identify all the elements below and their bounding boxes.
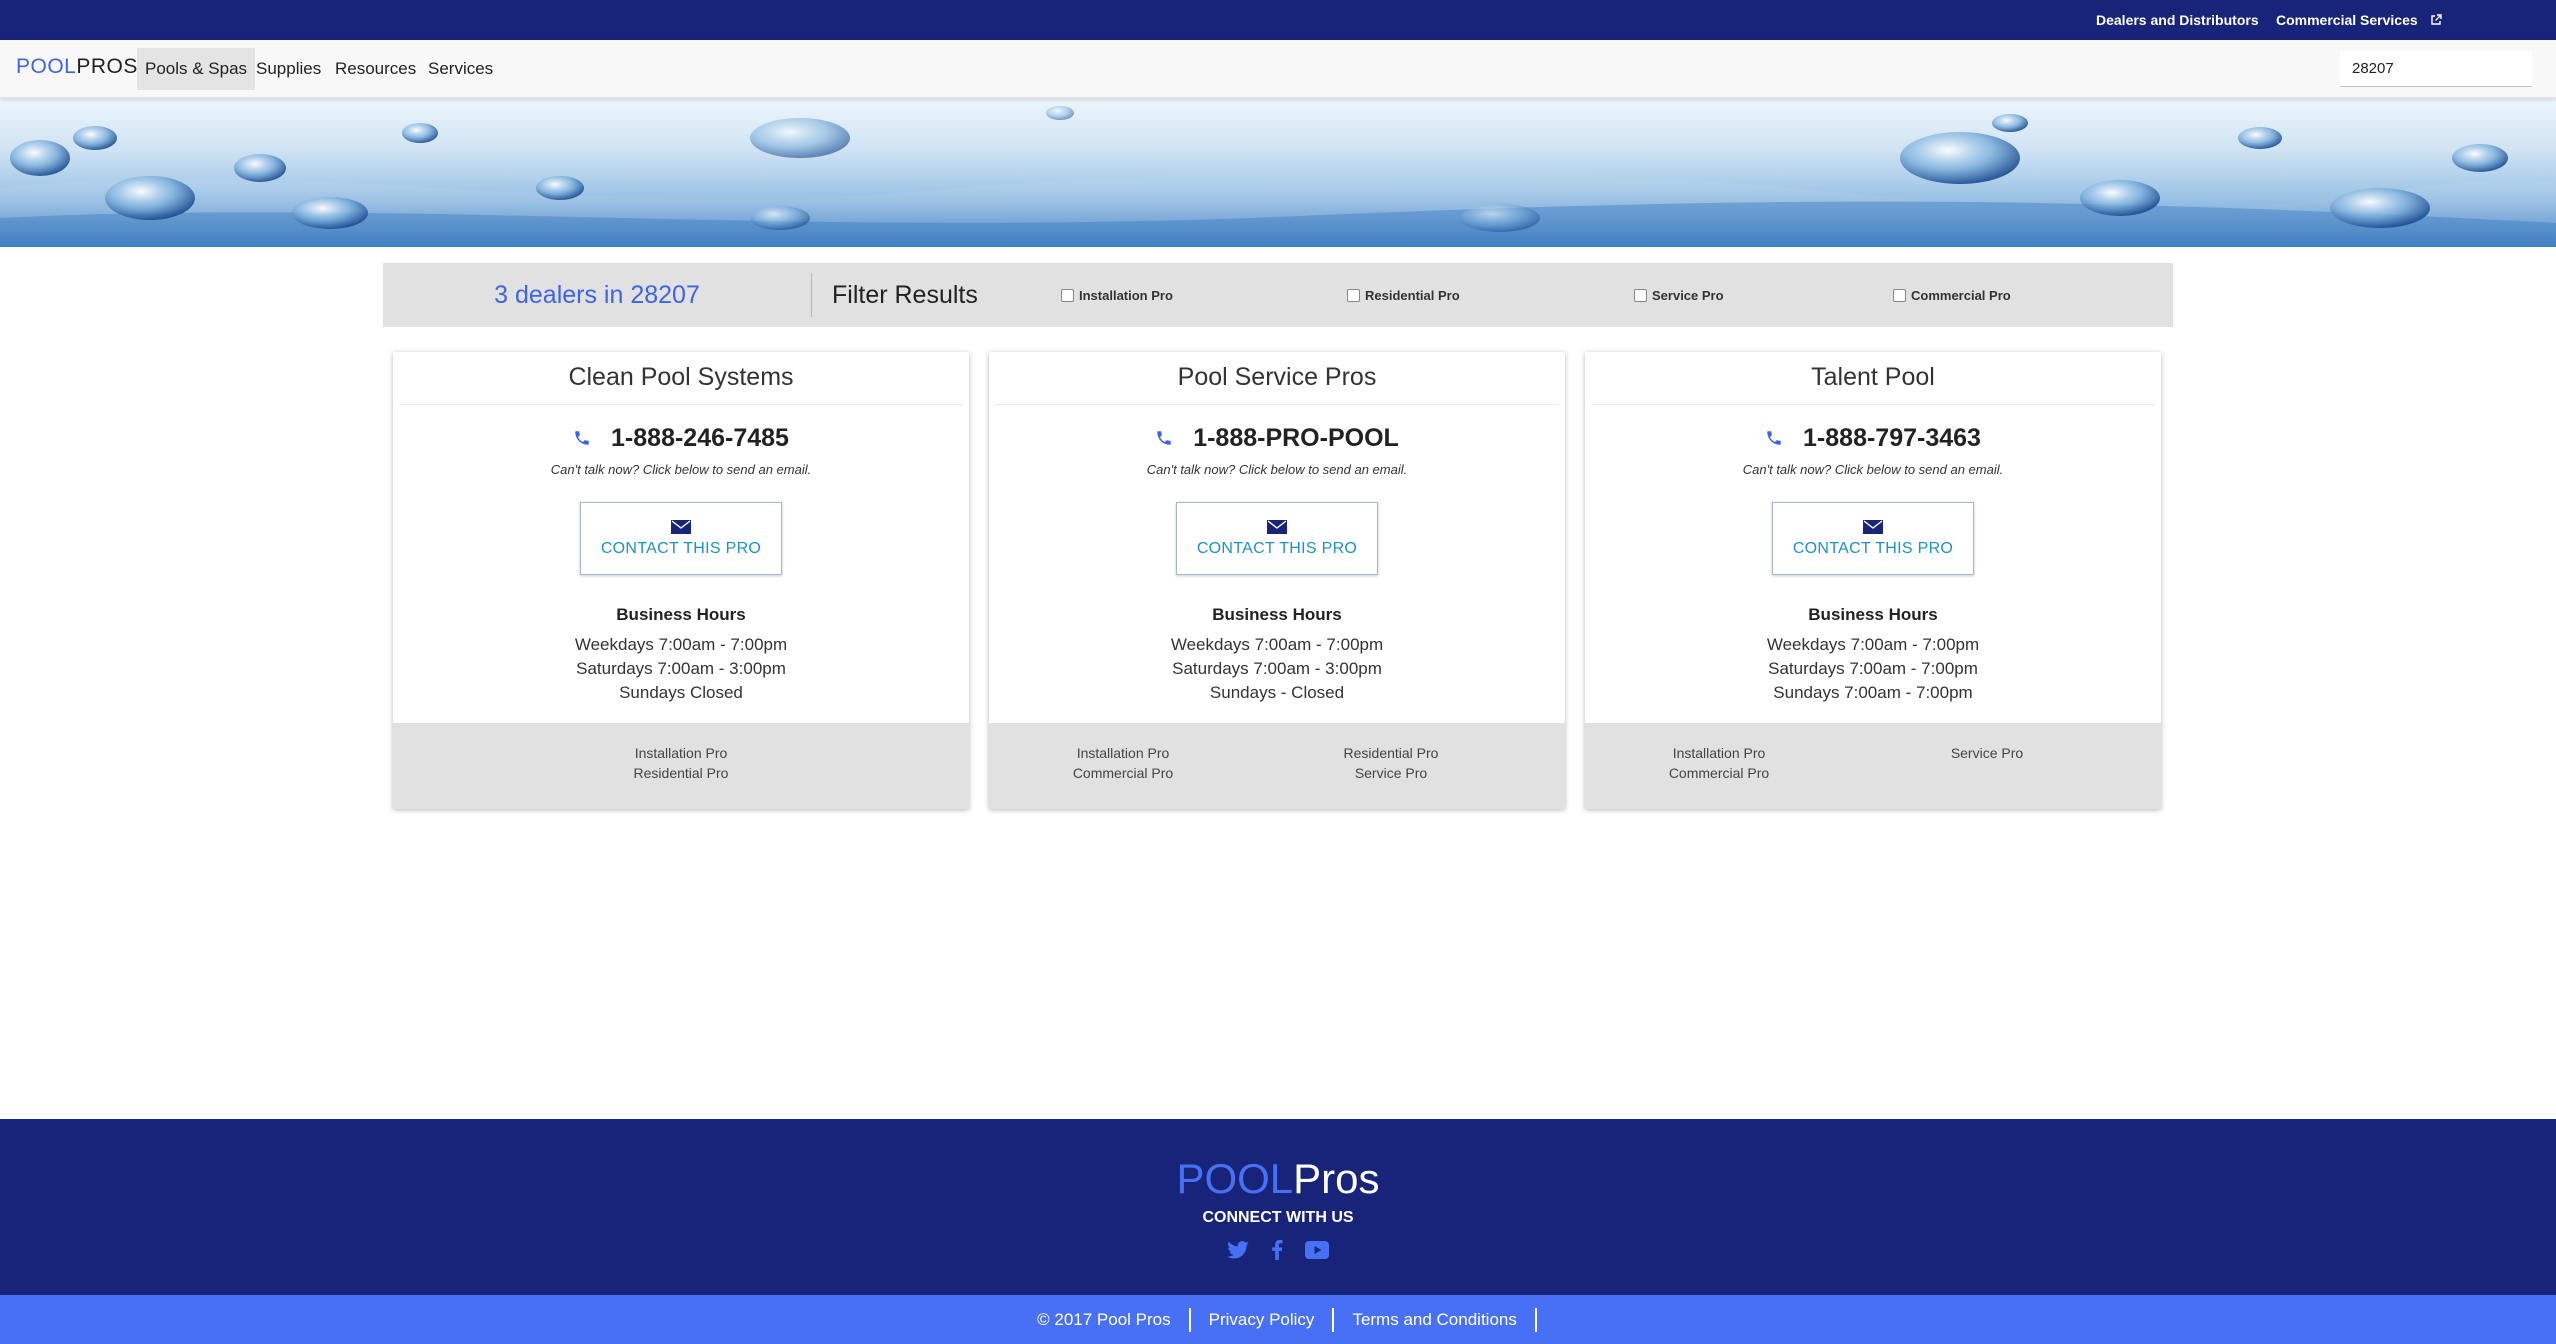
terms-conditions-link[interactable]: Terms and Conditions: [1334, 1307, 1537, 1332]
commercial-services-label: Commercial Services: [2276, 12, 2418, 28]
hours-sundays: Sundays Closed: [619, 683, 743, 702]
residential-pro-checkbox[interactable]: [1347, 288, 1360, 302]
filter-residential-pro[interactable]: Residential Pro: [1347, 287, 1460, 303]
dealer-name: Pool Service Pros: [995, 352, 1559, 405]
contact-pro-label: CONTACT THIS PRO: [1196, 539, 1358, 557]
phone-number[interactable]: 1-888-PRO-POOL: [1193, 424, 1399, 453]
filter-divider: [811, 273, 812, 317]
commercial-pro-checkbox[interactable]: [1893, 288, 1906, 302]
filter-label: Commercial Pro: [1911, 287, 2011, 303]
filter-results-title: Filter Results: [832, 281, 978, 309]
phone-row[interactable]: 1-888-PRO-POOL: [989, 418, 1565, 458]
tag-service-pro: Service Pro: [1354, 765, 1428, 781]
phone-row[interactable]: 1-888-797-3463: [1585, 418, 2161, 458]
installation-pro-checkbox[interactable]: [1061, 288, 1074, 302]
email-prompt: Can't talk now? Click below to send an e…: [550, 462, 812, 477]
hours-saturdays: Saturdays 7:00am - 3:00pm: [576, 659, 786, 678]
site-footer: POOLPros CONNECT WITH US: [0, 1119, 2556, 1295]
business-hours-title: Business Hours: [1212, 605, 1342, 624]
filter-label: Installation Pro: [1079, 287, 1173, 303]
envelope-icon: [1863, 519, 1883, 534]
contact-pro-button[interactable]: CONTACT THIS PRO: [1772, 502, 1974, 575]
envelope-icon: [671, 519, 691, 534]
commercial-services-link[interactable]: Commercial Services: [2276, 0, 2442, 40]
contact-pro-label: CONTACT THIS PRO: [1792, 539, 1954, 557]
tag-installation-pro: Installation Pro: [634, 745, 728, 761]
bottom-legal-bar: © 2017 Pool Pros Privacy Policy Terms an…: [0, 1295, 2556, 1344]
dealer-card: Clean Pool Systems 1-888-246-7485 Can't …: [393, 352, 969, 809]
twitter-icon[interactable]: [1227, 1241, 1249, 1259]
dealer-tags: Installation Pro Commercial Pro Service …: [1585, 723, 2161, 809]
hours-sundays: Sundays 7:00am - 7:00pm: [1773, 683, 1973, 702]
tag-commercial-pro: Commercial Pro: [1072, 765, 1174, 781]
email-prompt: Can't talk now? Click below to send an e…: [1146, 462, 1408, 477]
dealer-card: Pool Service Pros 1-888-PRO-POOL Can't t…: [989, 352, 1565, 809]
phone-icon: [575, 431, 589, 445]
footer-logo-pool: POOL: [1176, 1155, 1294, 1202]
tag-service-pro: Service Pro: [1950, 745, 2024, 761]
phone-icon: [1767, 431, 1781, 445]
water-droplets-image: [0, 106, 2556, 247]
hours-weekdays: Weekdays 7:00am - 7:00pm: [1766, 635, 1980, 654]
main-nav: POOLPROS Pools & Spas Supplies Resources…: [0, 40, 2556, 98]
envelope-icon: [1267, 519, 1287, 534]
tag-residential-pro: Residential Pro: [633, 765, 729, 781]
filter-installation-pro[interactable]: Installation Pro: [1061, 287, 1173, 303]
copyright-text: © 2017 Pool Pros: [1019, 1307, 1191, 1332]
facebook-icon[interactable]: [1271, 1240, 1283, 1260]
hours-weekdays: Weekdays 7:00am - 7:00pm: [574, 635, 788, 654]
nav-pools-spas[interactable]: Pools & Spas: [137, 48, 256, 90]
privacy-policy-link[interactable]: Privacy Policy: [1191, 1307, 1335, 1332]
tag-residential-pro: Residential Pro: [1343, 745, 1439, 761]
filter-bar: 3 dealers in 28207 Filter Results Instal…: [383, 263, 2173, 327]
logo-pool-text: POOL: [16, 55, 77, 78]
dealer-name: Clean Pool Systems: [399, 352, 963, 405]
phone-row[interactable]: 1-888-246-7485: [393, 418, 969, 458]
hours-saturdays: Saturdays 7:00am - 3:00pm: [1172, 659, 1382, 678]
business-hours-title: Business Hours: [616, 605, 746, 624]
hero-water-banner: [0, 98, 2556, 247]
tag-installation-pro: Installation Pro: [1076, 745, 1170, 761]
business-hours-title: Business Hours: [1808, 605, 1938, 624]
dealer-count: 3 dealers in 28207: [494, 281, 700, 309]
nav-services[interactable]: Services: [420, 48, 501, 90]
dealer-card: Talent Pool 1-888-797-3463 Can't talk no…: [1585, 352, 2161, 809]
phone-icon: [1157, 431, 1171, 445]
dealers-distributors-link[interactable]: Dealers and Distributors: [2096, 0, 2259, 40]
nav-resources[interactable]: Resources: [327, 48, 424, 90]
filter-label: Service Pro: [1652, 287, 1724, 303]
footer-logo-pros: Pros: [1293, 1155, 1380, 1202]
contact-pro-button[interactable]: CONTACT THIS PRO: [580, 502, 782, 575]
site-logo[interactable]: POOLPROS: [16, 55, 138, 79]
hours-saturdays: Saturdays 7:00am - 7:00pm: [1768, 659, 1978, 678]
dealer-tags: Installation Pro Residential Pro: [393, 723, 969, 809]
contact-pro-label: CONTACT THIS PRO: [600, 539, 762, 557]
filter-service-pro[interactable]: Service Pro: [1634, 287, 1724, 303]
external-link-icon: [2430, 14, 2442, 25]
tag-commercial-pro: Commercial Pro: [1668, 765, 1770, 781]
connect-with-us: CONNECT WITH US: [1202, 1209, 1354, 1226]
utility-bar: Dealers and Distributors Commercial Serv…: [0, 0, 2556, 40]
dealer-tags: Installation Pro Commercial Pro Resident…: [989, 723, 1565, 809]
filter-commercial-pro[interactable]: Commercial Pro: [1893, 287, 2011, 303]
tag-installation-pro: Installation Pro: [1672, 745, 1766, 761]
service-pro-checkbox[interactable]: [1634, 288, 1647, 302]
logo-pros-text: PROS: [76, 55, 138, 78]
hours-sundays: Sundays - Closed: [1209, 683, 1345, 702]
phone-number[interactable]: 1-888-246-7485: [611, 424, 789, 453]
social-links: [0, 1240, 2556, 1260]
dealer-name: Talent Pool: [1591, 352, 2155, 405]
contact-pro-button[interactable]: CONTACT THIS PRO: [1176, 502, 1378, 575]
hours-weekdays: Weekdays 7:00am - 7:00pm: [1170, 635, 1384, 654]
filter-label: Residential Pro: [1365, 287, 1460, 303]
footer-logo[interactable]: POOLPros: [0, 1155, 2556, 1203]
youtube-icon[interactable]: [1305, 1241, 1329, 1259]
zip-search-input[interactable]: [2340, 51, 2532, 87]
email-prompt: Can't talk now? Click below to send an e…: [1742, 462, 2004, 477]
nav-supplies[interactable]: Supplies: [248, 48, 329, 90]
phone-number[interactable]: 1-888-797-3463: [1803, 424, 1981, 453]
